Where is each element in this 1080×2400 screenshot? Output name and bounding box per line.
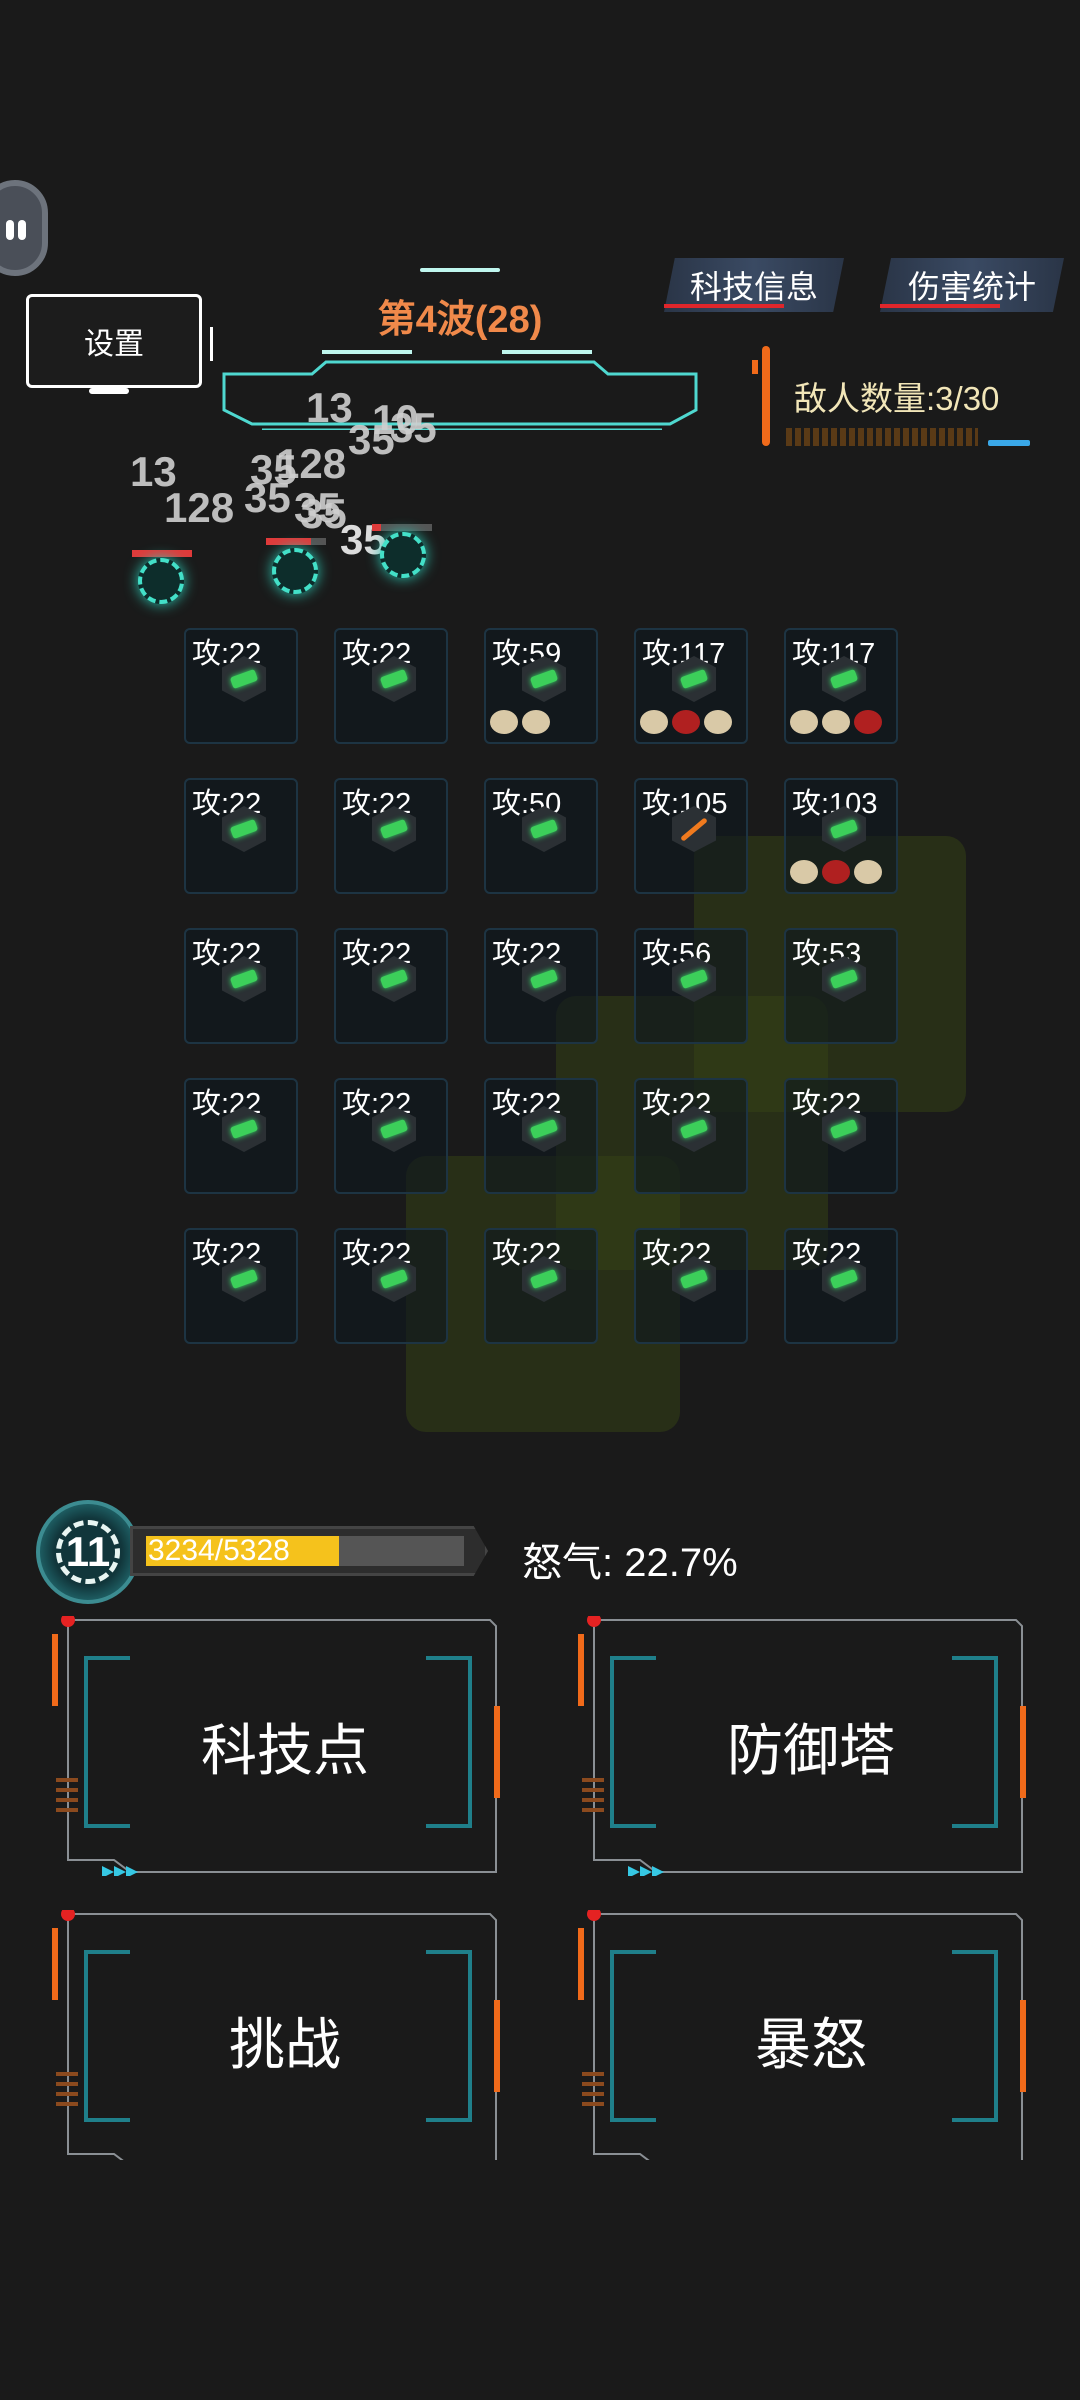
turret-slot[interactable]: 攻:22	[184, 1078, 298, 1194]
rage-button[interactable]: 暴怒	[576, 1910, 1026, 2170]
turret-mods	[790, 860, 882, 884]
enemy-drone	[138, 558, 184, 604]
orange-marker	[752, 360, 758, 374]
level-badge: 11	[36, 1500, 140, 1604]
turret-slot[interactable]: 攻:22	[334, 1228, 448, 1344]
turret-slot[interactable]: 攻:22	[184, 1228, 298, 1344]
turret-slot[interactable]: 攻:50	[484, 778, 598, 894]
damage-number: 13	[306, 384, 353, 431]
damage-number: 128	[164, 484, 235, 531]
tech-points-label: 科技点	[201, 1718, 369, 1782]
tab-tech-info-label: 科技信息	[689, 269, 818, 305]
enemy-count-bar	[786, 428, 978, 446]
settings-button[interactable]: 设置	[26, 294, 213, 394]
exp-text: 3234/5328	[148, 1534, 290, 1567]
orange-divider	[762, 346, 770, 446]
wave-frame-accent	[420, 268, 500, 272]
damage-number: 35	[348, 416, 395, 463]
turret-slot[interactable]: 攻:117	[784, 628, 898, 744]
tab-damage-stats-label: 伤害统计	[907, 269, 1036, 305]
shell-icon	[490, 710, 518, 734]
red-beast-icon	[854, 710, 882, 734]
turret-slot[interactable]: 攻:22	[184, 778, 298, 894]
settings-label: 设置	[84, 328, 144, 361]
turret-slot[interactable]: 攻:22	[784, 1078, 898, 1194]
turret-slot[interactable]: 攻:103	[784, 778, 898, 894]
turret-slot[interactable]: 攻:22	[484, 1228, 598, 1344]
enemy-hp-bar	[266, 538, 326, 545]
turret-slot[interactable]: 攻:117	[634, 628, 748, 744]
turret-slot[interactable]: 攻:53	[784, 928, 898, 1044]
turret-slot[interactable]: 攻:22	[184, 628, 298, 744]
challenge-label: 挑战	[229, 2012, 341, 2076]
level-number: 11	[65, 1528, 111, 1575]
shell-icon	[522, 710, 550, 734]
enemy-count-indicator	[988, 440, 1030, 446]
turret-slot[interactable]: 攻:59	[484, 628, 598, 744]
turret-mods	[490, 710, 550, 734]
turret-slot[interactable]: 攻:22	[634, 1078, 748, 1194]
shell-icon	[822, 710, 850, 734]
enemy-count: 敌人数量:3/30	[794, 380, 1000, 417]
defense-tower-button[interactable]: 防御塔	[576, 1616, 1026, 1876]
turret-slot[interactable]: 攻:22	[334, 628, 448, 744]
enemy-hp-bar	[132, 550, 192, 557]
level-gear-icon: 11	[56, 1520, 120, 1584]
enemy-drone	[272, 548, 318, 594]
turret-slot[interactable]: 攻:22	[334, 778, 448, 894]
rage-label: 暴怒	[755, 2012, 867, 2076]
turret-slot[interactable]: 攻:22	[484, 1078, 598, 1194]
red-beast-icon	[672, 710, 700, 734]
turret-slot[interactable]: 攻:22	[334, 1078, 448, 1194]
challenge-button[interactable]: 挑战	[50, 1910, 500, 2170]
enemy-hp-bar	[372, 524, 432, 531]
turret-slot[interactable]: 攻:22	[334, 928, 448, 1044]
defense-tower-label: 防御塔	[727, 1718, 895, 1782]
turret-slot[interactable]: 攻:22	[484, 928, 598, 1044]
tech-points-button[interactable]: 科技点	[50, 1616, 500, 1876]
turret-slot[interactable]: 攻:56	[634, 928, 748, 1044]
toggle-eye-icon	[18, 220, 26, 240]
side-toggle-button[interactable]	[0, 180, 48, 276]
bottom-mask	[0, 2160, 1080, 2400]
damage-number: 35	[390, 404, 437, 451]
tab-underline	[664, 304, 784, 308]
shell-icon	[640, 710, 668, 734]
turret-slot[interactable]: 攻:22	[784, 1228, 898, 1344]
turret-mods	[790, 710, 882, 734]
wave-title: 第4波(28)	[377, 299, 543, 341]
rage-percent: 怒气: 22.7%	[522, 1541, 738, 1585]
tab-underline	[880, 304, 1000, 308]
wave-progress-frame	[222, 350, 698, 432]
damage-number: 35	[244, 474, 291, 521]
turret-mods	[640, 710, 732, 734]
turret-slot[interactable]: 攻:22	[634, 1228, 748, 1344]
turret-slot[interactable]: 攻:105	[634, 778, 748, 894]
red-beast-icon	[822, 860, 850, 884]
turret-slot[interactable]: 攻:22	[184, 928, 298, 1044]
enemy-drone	[380, 532, 426, 578]
toggle-eye-icon	[6, 220, 14, 240]
shell-icon	[790, 710, 818, 734]
shell-icon	[704, 710, 732, 734]
shell-icon	[790, 860, 818, 884]
shell-icon	[854, 860, 882, 884]
